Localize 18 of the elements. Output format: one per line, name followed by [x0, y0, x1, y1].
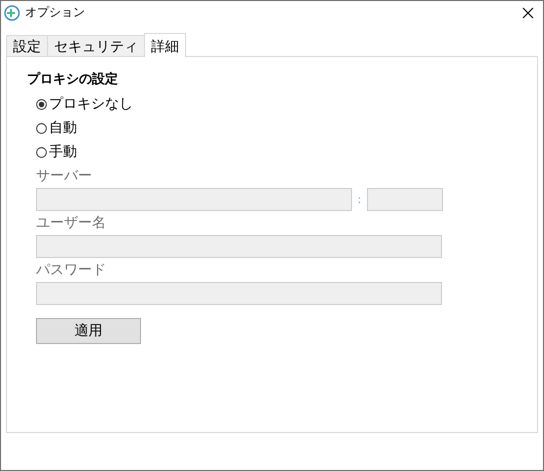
close-icon[interactable]	[521, 6, 535, 20]
server-label: サーバー	[36, 167, 93, 185]
radio-button[interactable]	[36, 98, 47, 110]
window-title: オプション	[25, 4, 86, 21]
radio-button[interactable]	[36, 122, 47, 134]
password-label: パスワード	[36, 261, 107, 279]
tab[interactable]: セキュリティ	[47, 35, 145, 56]
port-separator: :	[356, 193, 362, 206]
radio-label[interactable]: 自動	[49, 119, 77, 137]
radio-button[interactable]	[36, 146, 47, 158]
app-icon	[4, 4, 20, 20]
tab[interactable]: 設定	[6, 35, 48, 56]
section-heading: プロキシの設定	[27, 70, 119, 89]
radio-label[interactable]: 手動	[49, 143, 77, 161]
username-label: ユーザー名	[36, 214, 107, 232]
tab[interactable]: 詳細	[144, 33, 186, 57]
apply-button[interactable]: 適用	[36, 318, 141, 344]
radio-label[interactable]: プロキシなし	[49, 95, 133, 113]
